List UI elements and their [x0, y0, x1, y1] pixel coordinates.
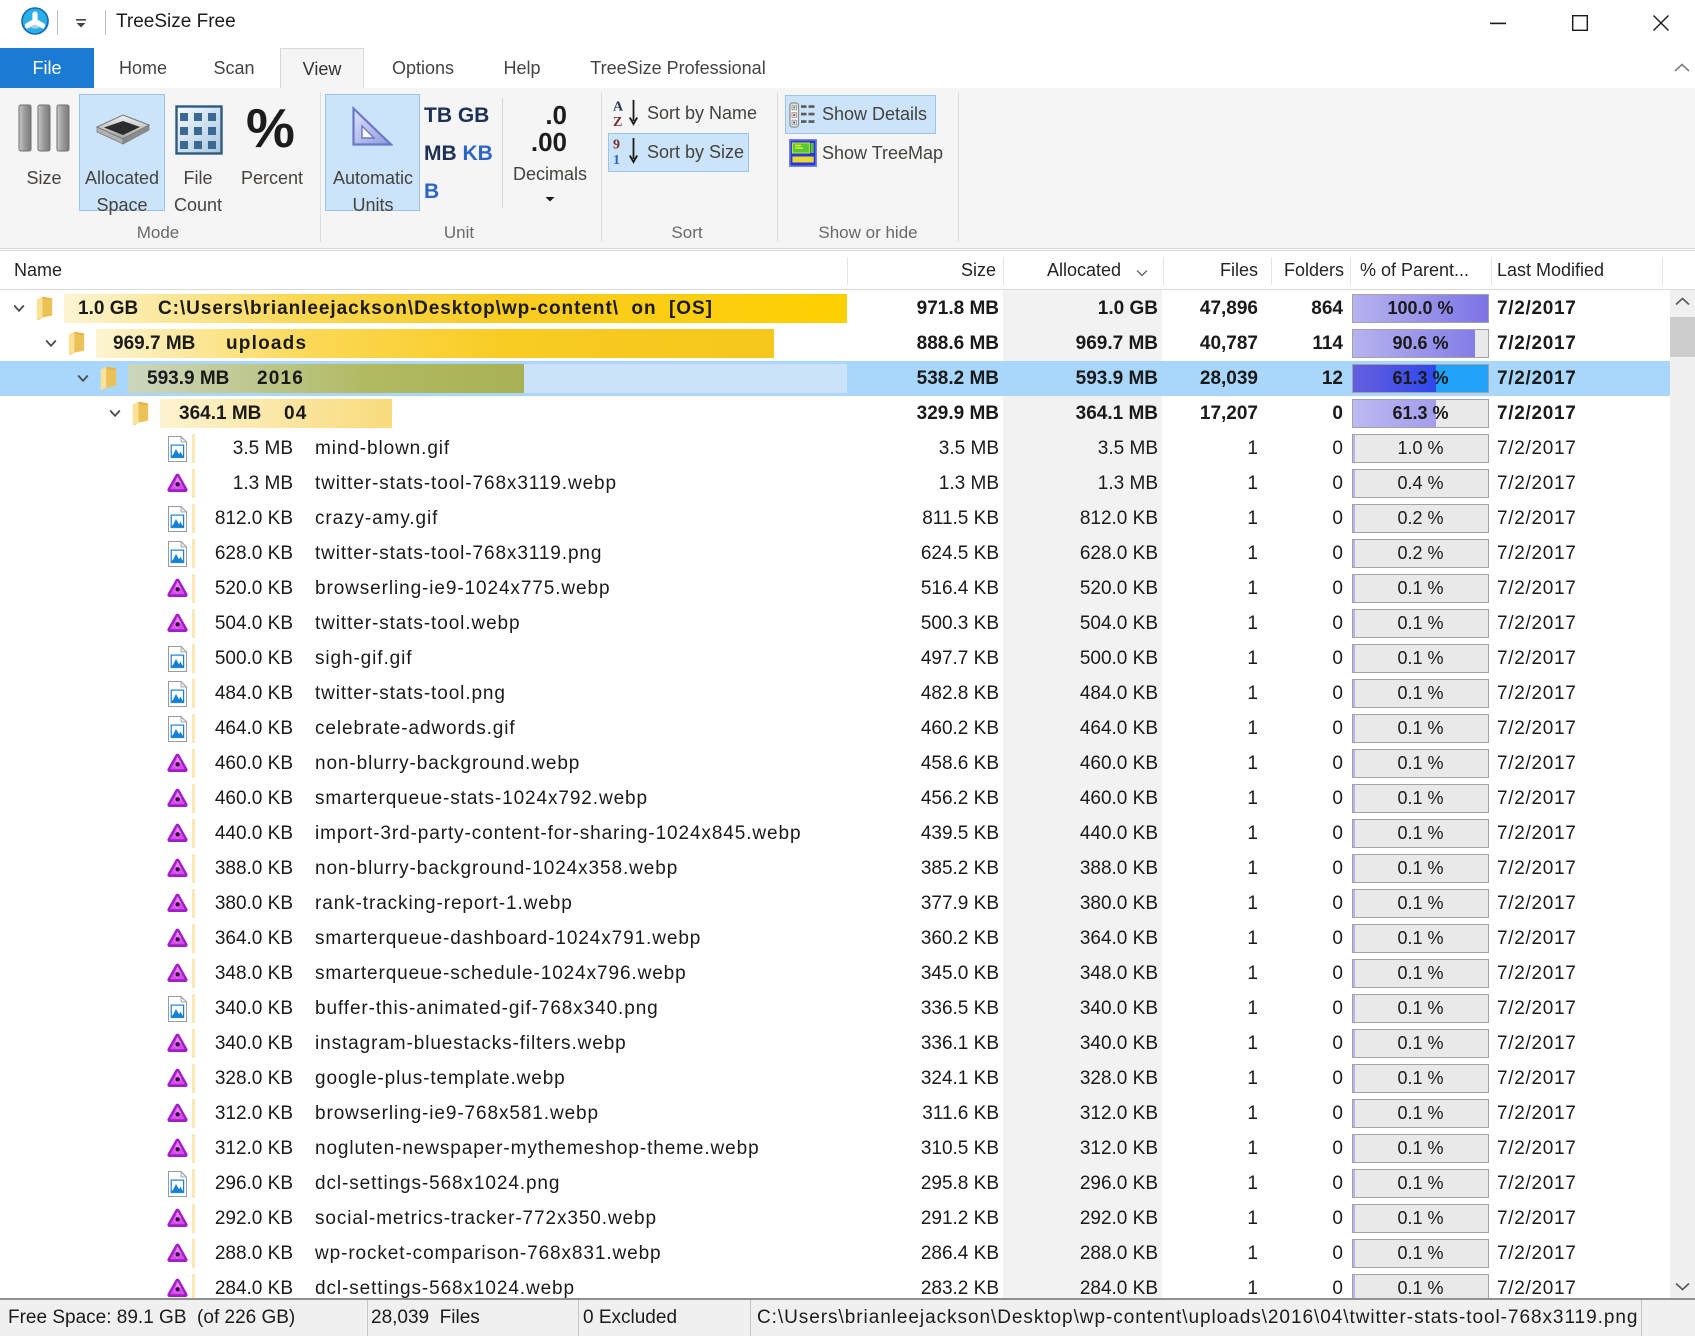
svg-text:A: A [613, 100, 624, 115]
svg-text:1: 1 [613, 153, 620, 166]
svg-text:9: 9 [613, 138, 620, 153]
svg-text:Z: Z [613, 115, 622, 128]
